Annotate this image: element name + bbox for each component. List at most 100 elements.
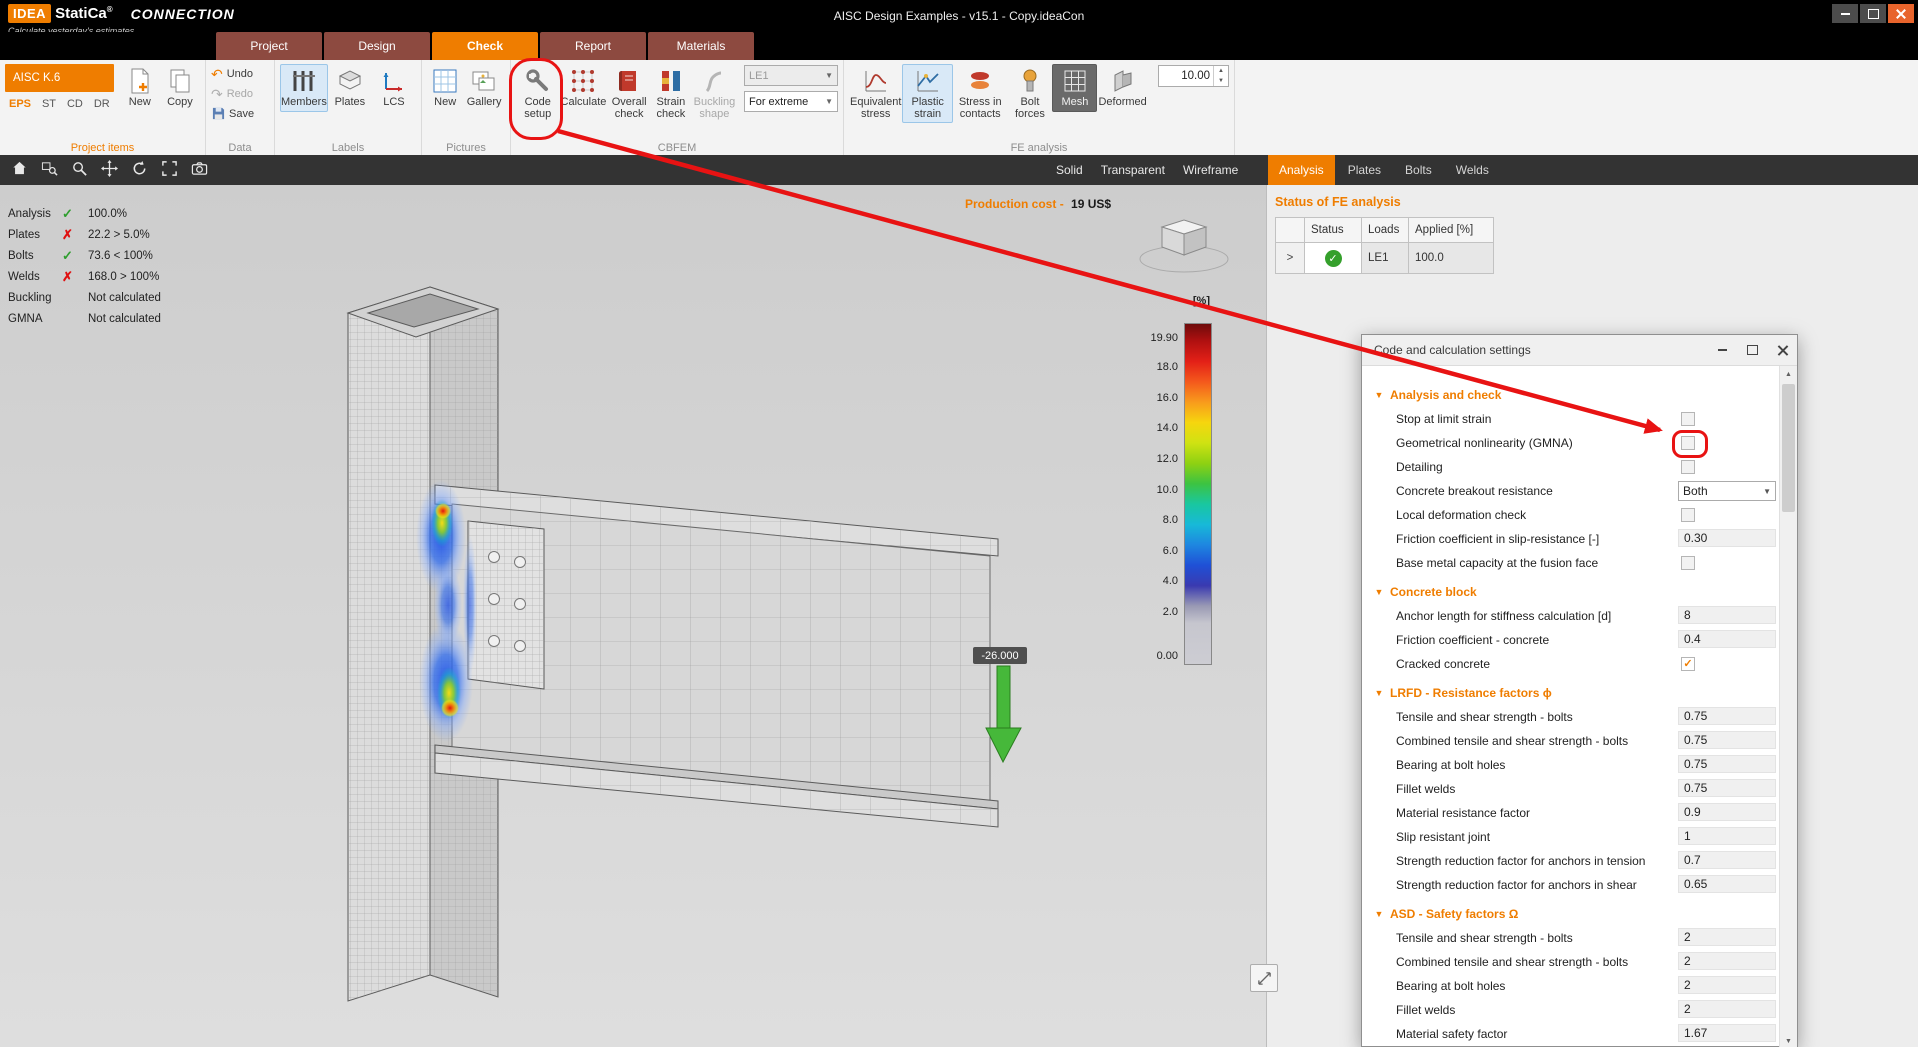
row-expander[interactable]: >	[1276, 243, 1305, 274]
fit-button[interactable]	[154, 155, 184, 185]
overall-check-button[interactable]: Overall check	[607, 64, 651, 123]
bolt-forces-toggle[interactable]: Bolt forces	[1007, 64, 1052, 123]
view-mode-transparent[interactable]: Transparent	[1101, 163, 1165, 177]
status-row-plates[interactable]: Plates ✗ 22.2 > 5.0%	[8, 224, 238, 245]
redo-button[interactable]: ↷Redo	[211, 85, 254, 102]
panel-tab-plates[interactable]: Plates	[1337, 155, 1392, 185]
value-field[interactable]: 1	[1678, 827, 1776, 845]
mode-st[interactable]: ST	[42, 98, 56, 110]
value-field[interactable]: 0.7	[1678, 851, 1776, 869]
ribbon-tab-design[interactable]: Design	[324, 32, 430, 60]
status-row-welds[interactable]: Welds ✗ 168.0 > 100%	[8, 266, 238, 287]
value-field[interactable]: 0.75	[1678, 731, 1776, 749]
ribbon-tab-check[interactable]: Check	[432, 32, 538, 60]
fe-table-row[interactable]: > ✓ LE1 100.0	[1276, 243, 1494, 274]
equivalent-stress-toggle[interactable]: Equivalent stress	[849, 64, 902, 123]
spinner-up-icon[interactable]: ▲	[1214, 66, 1228, 76]
mesh-toggle[interactable]: Mesh	[1052, 64, 1097, 112]
mode-dr[interactable]: DR	[94, 98, 110, 110]
collapse-triangle-icon[interactable]: ▼	[1368, 909, 1390, 919]
value-field[interactable]: 0.4	[1678, 630, 1776, 648]
value-field[interactable]: 0.75	[1678, 707, 1776, 725]
calculate-button[interactable]: Calculate	[560, 64, 608, 112]
value-field[interactable]: 2	[1678, 976, 1776, 994]
status-row-bolts[interactable]: Bolts ✓ 73.6 < 100%	[8, 245, 238, 266]
status-row-analysis[interactable]: Analysis ✓ 100.0%	[8, 203, 238, 224]
value-field[interactable]: 2	[1678, 1000, 1776, 1018]
dialog-section-header[interactable]: ▼ Analysis and check	[1362, 382, 1780, 407]
dialog-minimize-button[interactable]	[1707, 335, 1737, 365]
mode-cd[interactable]: CD	[67, 98, 83, 110]
value-field[interactable]: 8	[1678, 606, 1776, 624]
dropdown[interactable]: Both▼	[1678, 481, 1776, 501]
scroll-up-icon[interactable]: ▲	[1780, 366, 1797, 382]
copy-item-button[interactable]: Copy	[160, 64, 200, 112]
labels-lcs-toggle[interactable]: LCS	[372, 64, 416, 112]
ribbon-tab-report[interactable]: Report	[540, 32, 646, 60]
pan-button[interactable]	[94, 155, 124, 185]
checkbox[interactable]	[1681, 508, 1695, 522]
collapse-triangle-icon[interactable]: ▼	[1368, 688, 1390, 698]
buckling-shape-button[interactable]: Buckling shape	[691, 64, 738, 123]
dialog-title-bar[interactable]: Code and calculation settings	[1362, 335, 1797, 366]
panel-tab-bolts[interactable]: Bolts	[1394, 155, 1443, 185]
labels-plates-toggle[interactable]: Plates	[328, 64, 372, 112]
deformed-toggle[interactable]: Deformed	[1097, 64, 1147, 112]
dialog-section-header[interactable]: ▼ ASD - Safety factors Ω	[1362, 901, 1780, 926]
collapse-triangle-icon[interactable]: ▼	[1368, 587, 1390, 597]
status-row-buckling[interactable]: Buckling Not calculated	[8, 287, 238, 308]
dialog-scrollbar[interactable]: ▲ ▼	[1779, 366, 1797, 1047]
stress-in-contacts-toggle[interactable]: Stress in contacts	[953, 64, 1007, 123]
scroll-down-icon[interactable]: ▼	[1780, 1033, 1797, 1047]
load-case-dropdown[interactable]: LE1▼	[744, 65, 838, 86]
picture-new-button[interactable]: New	[427, 64, 463, 112]
picture-gallery-button[interactable]: Gallery	[463, 64, 505, 112]
extreme-dropdown[interactable]: For extreme▼	[744, 91, 838, 112]
value-field[interactable]: 0.75	[1678, 755, 1776, 773]
checkbox[interactable]	[1681, 460, 1695, 474]
value-field[interactable]: 2	[1678, 952, 1776, 970]
dialog-section-header[interactable]: ▼ LRFD - Resistance factors ϕ	[1362, 680, 1780, 705]
dialog-section-header[interactable]: ▼ Concrete block	[1362, 579, 1780, 604]
value-field[interactable]: 0.65	[1678, 875, 1776, 893]
spinner-down-icon[interactable]: ▼	[1214, 76, 1228, 86]
value-field[interactable]: 1.67	[1678, 1024, 1776, 1042]
labels-members-toggle[interactable]: Members	[280, 64, 328, 112]
ribbon-tab-project[interactable]: Project	[216, 32, 322, 60]
dialog-close-button[interactable]	[1767, 335, 1797, 365]
expand-panel-button[interactable]	[1250, 964, 1278, 992]
strain-check-button[interactable]: Strain check	[651, 64, 691, 123]
checkbox[interactable]	[1681, 412, 1695, 426]
fin-plate[interactable]	[468, 521, 544, 689]
checkbox[interactable]	[1681, 556, 1695, 570]
view-mode-wireframe[interactable]: Wireframe	[1183, 163, 1238, 177]
view-mode-solid[interactable]: Solid	[1056, 163, 1083, 177]
zoom-button[interactable]	[64, 155, 94, 185]
scrollbar-thumb[interactable]	[1782, 384, 1795, 512]
collapse-triangle-icon[interactable]: ▼	[1368, 390, 1390, 400]
status-row-gmna[interactable]: GMNA Not calculated	[8, 308, 238, 329]
navigation-cube[interactable]	[1140, 220, 1228, 272]
value-field[interactable]: 0.30	[1678, 529, 1776, 547]
checkbox[interactable]	[1681, 436, 1695, 450]
camera-button[interactable]	[184, 155, 214, 185]
minimize-button[interactable]	[1832, 4, 1858, 23]
value-field[interactable]: 0.75	[1678, 779, 1776, 797]
new-item-button[interactable]: New	[120, 64, 160, 112]
plastic-strain-toggle[interactable]: Plastic strain	[902, 64, 953, 123]
undo-button[interactable]: ↶Undo	[211, 65, 254, 82]
home-button[interactable]	[4, 155, 34, 185]
code-setup-button[interactable]: Code setup	[516, 64, 560, 123]
maximize-button[interactable]	[1860, 4, 1886, 23]
zoom-window-button[interactable]	[34, 155, 64, 185]
mode-eps[interactable]: EPS	[9, 98, 31, 110]
value-field[interactable]: 2	[1678, 928, 1776, 946]
viewport-3d[interactable]: -26.000 Analysis ✓ 100.0% Plates ✗ 22.2 …	[0, 185, 1266, 1047]
panel-tab-analysis[interactable]: Analysis	[1268, 155, 1335, 185]
project-item-button[interactable]: AISC K.6	[5, 64, 114, 92]
deformed-scale-spinner[interactable]: 10.00 ▲▼	[1158, 65, 1229, 87]
value-field[interactable]: 0.9	[1678, 803, 1776, 821]
panel-tab-welds[interactable]: Welds	[1445, 155, 1500, 185]
close-button[interactable]	[1888, 4, 1914, 23]
save-button[interactable]: Save	[211, 105, 254, 122]
